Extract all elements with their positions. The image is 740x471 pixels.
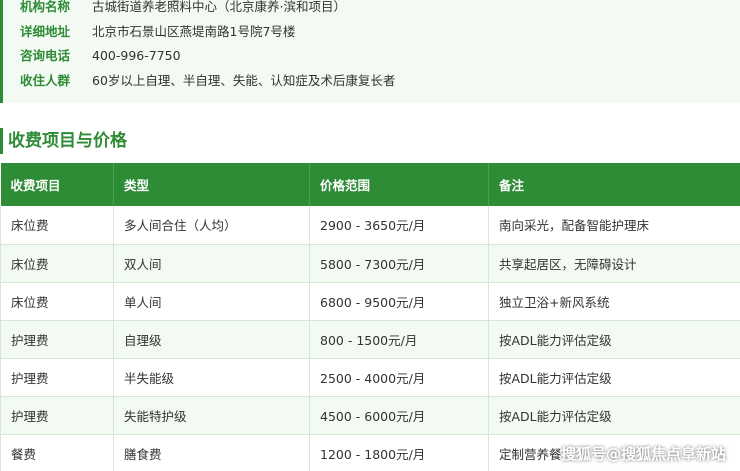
table-cell: 护理费 (0, 320, 114, 359)
phone-value[interactable]: 400-996-7750 (92, 46, 181, 66)
table-row: 护理费 自理级 800 - 1500元/月 按ADL能力评估定级 (0, 320, 740, 359)
table-cell: 4500 - 6000元/月 (309, 396, 489, 435)
table-cell: 按ADL能力评估定级 (488, 396, 740, 435)
info-label: 机构名称 (20, 0, 71, 14)
price-table: 收费项目 类型 价格范围 备注 床位费 多人间合住（人均） 2900 - 365… (0, 163, 740, 471)
column-header-price: 价格范围 (309, 163, 489, 206)
table-cell: 6800 - 9500元/月 (309, 282, 489, 321)
table-cell: 餐费 (0, 434, 114, 471)
table-row: 床位费 多人间合住（人均） 2900 - 3650元/月 南向采光，配备智能护理… (0, 206, 740, 245)
table-cell: 独立卫浴+新风系统 (488, 282, 740, 321)
table-cell: 护理费 (0, 358, 114, 397)
watermark: 搜狐号@搜狐焦点阜新站 (560, 445, 726, 463)
table-cell: 5800 - 7300元/月 (309, 244, 489, 283)
table-cell: 多人间合住（人均） (113, 206, 310, 245)
table-cell: 单人间 (113, 282, 310, 321)
table-cell: 床位费 (0, 206, 114, 245)
info-row-name: 机构名称 古城街道养老照料中心（北京康养·滨和项目） (3, 0, 740, 17)
table-header-row: 收费项目 类型 价格范围 备注 (0, 163, 740, 206)
info-label: 收住人群 (20, 73, 71, 88)
table-cell: 护理费 (0, 396, 114, 435)
table-cell: 失能特护级 (113, 396, 310, 435)
table-row: 床位费 双人间 5800 - 7300元/月 共享起居区，无障碍设计 (0, 244, 740, 283)
table-cell: 自理级 (113, 320, 310, 359)
column-header-type: 类型 (113, 163, 310, 206)
info-value: 古城街道养老照料中心（北京康养·滨和项目） (92, 0, 346, 14)
table-cell: 2500 - 4000元/月 (309, 358, 489, 397)
table-cell: 按ADL能力评估定级 (488, 358, 740, 397)
table-cell: 2900 - 3650元/月 (309, 206, 489, 245)
table-row: 床位费 单人间 6800 - 9500元/月 独立卫浴+新风系统 (0, 282, 740, 321)
info-value: 北京市石景山区燕堤南路1号院7号楼 (92, 24, 296, 39)
table-cell: 床位费 (0, 244, 114, 283)
info-box: 机构名称 古城街道养老照料中心（北京康养·滨和项目） 详细地址 北京市石景山区燕… (0, 0, 740, 103)
info-row-phone: 咨询电话 400-996-7750 (3, 46, 740, 66)
table-row: 护理费 半失能级 2500 - 4000元/月 按ADL能力评估定级 (0, 358, 740, 397)
table-cell: 南向采光，配备智能护理床 (488, 206, 740, 245)
table-row: 护理费 失能特护级 4500 - 6000元/月 按ADL能力评估定级 (0, 396, 740, 435)
table-cell: 800 - 1500元/月 (309, 320, 489, 359)
table-cell: 1200 - 1800元/月 (309, 434, 489, 471)
table-cell: 半失能级 (113, 358, 310, 397)
info-value: 60岁以上自理、半自理、失能、认知症及术后康复长者 (92, 73, 396, 88)
info-row-residents: 收住人群 60岁以上自理、半自理、失能、认知症及术后康复长者 (3, 71, 740, 91)
info-label: 咨询电话 (20, 48, 71, 63)
table-cell: 床位费 (0, 282, 114, 321)
info-label: 详细地址 (20, 24, 71, 39)
column-header-note: 备注 (488, 163, 740, 206)
info-row-address: 详细地址 北京市石景山区燕堤南路1号院7号楼 (3, 22, 740, 42)
table-cell: 按ADL能力评估定级 (488, 320, 740, 359)
section-title: 收费项目与价格 (0, 128, 300, 154)
table-cell: 膳食费 (113, 434, 310, 471)
table-cell: 双人间 (113, 244, 310, 283)
column-header-item: 收费项目 (0, 163, 114, 206)
table-cell: 共享起居区，无障碍设计 (488, 244, 740, 283)
